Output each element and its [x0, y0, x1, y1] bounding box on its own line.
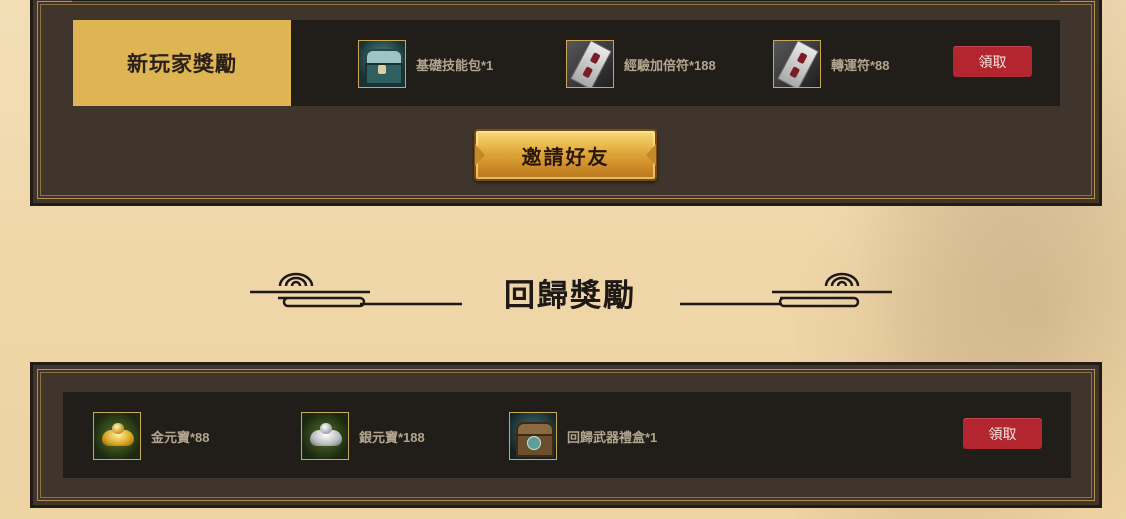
invite-friends-button[interactable]: 邀請好友: [474, 129, 657, 181]
newplayer-reward-label: 新玩家獎勵: [73, 20, 291, 106]
top-divider: [72, 0, 1060, 2]
return-reward-row: 金元寶*88 銀元寶*188 回歸武器禮盒*1 領取: [63, 392, 1071, 478]
reward-item: 轉運符*88: [773, 39, 890, 89]
invite-friends-label: 邀請好友: [521, 146, 610, 169]
luck-talisman-icon[interactable]: [773, 40, 821, 88]
reward-item-label: 回歸武器禮盒*1: [567, 429, 658, 445]
reward-item-label: 經驗加倍符*188: [624, 57, 716, 73]
exp-talisman-icon[interactable]: [566, 40, 614, 88]
return-reward-title: 回歸獎勵: [504, 278, 636, 313]
newplayer-reward-row: 新玩家獎勵 基礎技能包*1 經驗加倍符*188 轉運符*88 領取: [73, 20, 1060, 106]
weapon-giftbox-icon[interactable]: [509, 412, 557, 460]
silver-ingot-icon[interactable]: [301, 412, 349, 460]
reward-item: 回歸武器禮盒*1: [509, 411, 657, 461]
reward-item-label: 轉運符*88: [831, 57, 890, 73]
reward-item: 基礎技能包*1: [358, 39, 493, 89]
reward-item: 金元寶*88: [93, 411, 210, 461]
button-ornament-left: [475, 144, 485, 166]
button-ornament-right: [646, 144, 656, 166]
reward-item: 銀元寶*188: [301, 411, 425, 461]
reward-item-label: 銀元寶*188: [359, 429, 425, 445]
claim-return-button[interactable]: 領取: [963, 418, 1042, 449]
gold-ingot-icon[interactable]: [93, 412, 141, 460]
reward-item-label: 基礎技能包*1: [416, 57, 494, 73]
skill-chest-icon[interactable]: [358, 40, 406, 88]
reward-item-label: 金元寶*88: [151, 429, 210, 445]
claim-newplayer-button[interactable]: 領取: [953, 46, 1032, 77]
reward-item: 經驗加倍符*188: [566, 39, 716, 89]
